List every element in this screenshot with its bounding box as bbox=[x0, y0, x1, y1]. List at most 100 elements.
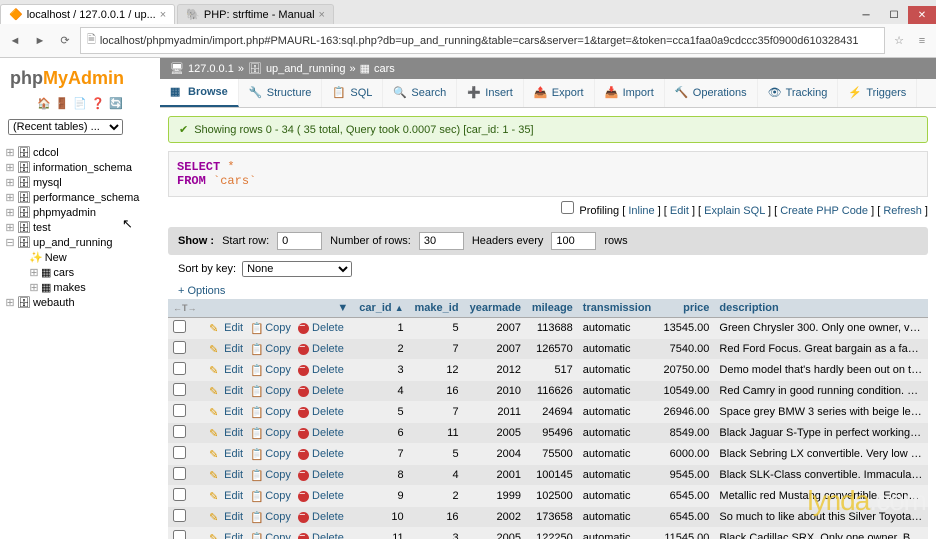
breadcrumb-table[interactable]: cars bbox=[374, 63, 395, 75]
tab-browse[interactable]: ▦Browse bbox=[160, 79, 239, 107]
table-tree-item[interactable]: ⊞▦ cars bbox=[5, 265, 155, 280]
reload-button[interactable]: ⟳ bbox=[55, 31, 75, 51]
row-checkbox[interactable] bbox=[173, 341, 186, 354]
row-checkbox[interactable] bbox=[173, 446, 186, 459]
copy-row-link[interactable]: 📋 Copy bbox=[248, 406, 293, 418]
tab-search[interactable]: 🔍Search bbox=[383, 79, 457, 107]
edit-row-link[interactable]: ✎ Edit bbox=[207, 511, 245, 523]
col-mileage[interactable]: mileage bbox=[526, 299, 578, 318]
menu-icon[interactable]: ≡ bbox=[913, 32, 931, 50]
tab-triggers[interactable]: ⚡Triggers bbox=[838, 79, 917, 107]
row-checkbox[interactable] bbox=[173, 404, 186, 417]
logout-icon[interactable]: 🚪 bbox=[55, 97, 69, 111]
delete-row-link[interactable]: Delete bbox=[296, 322, 346, 334]
edit-row-link[interactable]: ✎ Edit bbox=[207, 385, 245, 397]
expand-icon[interactable]: ⊞ bbox=[5, 206, 15, 219]
explain-link[interactable]: Explain SQL bbox=[704, 205, 765, 217]
sql-icon[interactable]: 📄 bbox=[73, 97, 87, 111]
edit-row-link[interactable]: ✎ Edit bbox=[207, 406, 245, 418]
db-tree-item[interactable]: ⊟🗄 up_and_running bbox=[5, 235, 155, 250]
db-tree-item[interactable]: ⊞🗄 phpmyadmin bbox=[5, 205, 155, 220]
edit-row-link[interactable]: ✎ Edit bbox=[207, 532, 245, 539]
copy-row-link[interactable]: 📋 Copy bbox=[248, 343, 293, 355]
col-yearmade[interactable]: yearmade bbox=[464, 299, 526, 318]
copy-row-link[interactable]: 📋 Copy bbox=[248, 448, 293, 460]
tab-insert[interactable]: ➕Insert bbox=[457, 79, 524, 107]
delete-row-link[interactable]: Delete bbox=[296, 427, 346, 439]
inline-link[interactable]: Inline bbox=[628, 205, 654, 217]
edit-row-link[interactable]: ✎ Edit bbox=[207, 322, 245, 334]
profiling-checkbox[interactable] bbox=[561, 201, 574, 214]
maximize-button[interactable]: ☐ bbox=[880, 6, 908, 24]
tab-tracking[interactable]: 👁Tracking bbox=[758, 79, 839, 107]
create-php-link[interactable]: Create PHP Code bbox=[780, 205, 868, 217]
num-rows-input[interactable] bbox=[419, 232, 464, 250]
delete-row-link[interactable]: Delete bbox=[296, 385, 346, 397]
home-icon[interactable]: 🏠 bbox=[37, 97, 51, 111]
forward-button[interactable]: ► bbox=[30, 31, 50, 51]
browser-tab-2[interactable]: 🐘 PHP: strftime - Manual × bbox=[177, 4, 334, 24]
edit-row-link[interactable]: ✎ Edit bbox=[207, 448, 245, 460]
tab-export[interactable]: 📤Export bbox=[524, 79, 595, 107]
row-checkbox[interactable] bbox=[173, 362, 186, 375]
expand-icon[interactable]: ⊞ bbox=[5, 191, 15, 204]
recent-tables-select[interactable]: (Recent tables) ... bbox=[8, 119, 123, 135]
row-checkbox[interactable] bbox=[173, 425, 186, 438]
breadcrumb-db[interactable]: up_and_running bbox=[266, 63, 346, 75]
back-button[interactable]: ◄ bbox=[5, 31, 25, 51]
options-link[interactable]: + Options bbox=[168, 283, 928, 299]
tab-structure[interactable]: 🔧Structure bbox=[239, 79, 323, 107]
row-checkbox[interactable] bbox=[173, 320, 186, 333]
col-price[interactable]: price bbox=[658, 299, 715, 318]
delete-row-link[interactable]: Delete bbox=[296, 490, 346, 502]
delete-row-link[interactable]: Delete bbox=[296, 511, 346, 523]
delete-row-link[interactable]: Delete bbox=[296, 448, 346, 460]
copy-row-link[interactable]: 📋 Copy bbox=[248, 385, 293, 397]
refresh-link[interactable]: Refresh bbox=[883, 205, 922, 217]
delete-row-link[interactable]: Delete bbox=[296, 532, 346, 539]
table-tree-item[interactable]: ⊞▦ makes bbox=[5, 280, 155, 295]
reload-nav-icon[interactable]: 🔄 bbox=[109, 97, 123, 111]
delete-row-link[interactable]: Delete bbox=[296, 406, 346, 418]
close-window-button[interactable]: ✕ bbox=[908, 6, 936, 24]
edit-row-link[interactable]: ✎ Edit bbox=[207, 469, 245, 481]
tab-operations[interactable]: 🔨Operations bbox=[665, 79, 758, 107]
edit-row-link[interactable]: ✎ Edit bbox=[207, 427, 245, 439]
docs-icon[interactable]: ❓ bbox=[91, 97, 105, 111]
sort-key-select[interactable]: None bbox=[242, 261, 352, 277]
db-tree-item[interactable]: ⊞🗄 performance_schema bbox=[5, 190, 155, 205]
delete-row-link[interactable]: Delete bbox=[296, 364, 346, 376]
breadcrumb-server[interactable]: 127.0.0.1 bbox=[188, 63, 234, 75]
close-tab-icon[interactable]: × bbox=[319, 9, 325, 21]
address-bar[interactable]: 🗎 localhost/phpmyadmin/import.php#PMAURL… bbox=[80, 27, 885, 54]
expand-icon[interactable]: ⊞ bbox=[5, 221, 15, 234]
start-row-input[interactable] bbox=[277, 232, 322, 250]
db-tree-item[interactable]: ⊞🗄 mysql bbox=[5, 175, 155, 190]
copy-row-link[interactable]: 📋 Copy bbox=[248, 364, 293, 376]
copy-row-link[interactable]: 📋 Copy bbox=[248, 427, 293, 439]
edit-row-link[interactable]: ✎ Edit bbox=[207, 364, 245, 376]
copy-row-link[interactable]: 📋 Copy bbox=[248, 469, 293, 481]
db-tree-item[interactable]: ⊞🗄 webauth bbox=[5, 295, 155, 310]
expand-icon[interactable]: ⊟ bbox=[5, 236, 15, 249]
minimize-button[interactable]: ─ bbox=[852, 6, 880, 24]
col-toggle[interactable]: ←T→ bbox=[168, 299, 202, 318]
expand-icon[interactable]: ⊞ bbox=[5, 296, 15, 309]
bookmark-icon[interactable]: ☆ bbox=[890, 32, 908, 50]
col-make-id[interactable]: make_id bbox=[409, 299, 464, 318]
copy-row-link[interactable]: 📋 Copy bbox=[248, 511, 293, 523]
db-tree-item[interactable]: ⊞🗄 cdcol bbox=[5, 145, 155, 160]
row-checkbox[interactable] bbox=[173, 530, 186, 539]
row-checkbox[interactable] bbox=[173, 509, 186, 522]
row-checkbox[interactable] bbox=[173, 467, 186, 480]
col-description[interactable]: description bbox=[714, 299, 928, 318]
headers-input[interactable] bbox=[551, 232, 596, 250]
edit-row-link[interactable]: ✎ Edit bbox=[207, 490, 245, 502]
copy-row-link[interactable]: 📋 Copy bbox=[248, 490, 293, 502]
close-tab-icon[interactable]: × bbox=[160, 9, 166, 21]
row-checkbox[interactable] bbox=[173, 383, 186, 396]
expand-icon[interactable]: ⊞ bbox=[5, 161, 15, 174]
row-checkbox[interactable] bbox=[173, 488, 186, 501]
col-transmission[interactable]: transmission bbox=[578, 299, 658, 318]
browser-tab-1[interactable]: 🔶 localhost / 127.0.0.1 / up... × bbox=[0, 4, 175, 24]
